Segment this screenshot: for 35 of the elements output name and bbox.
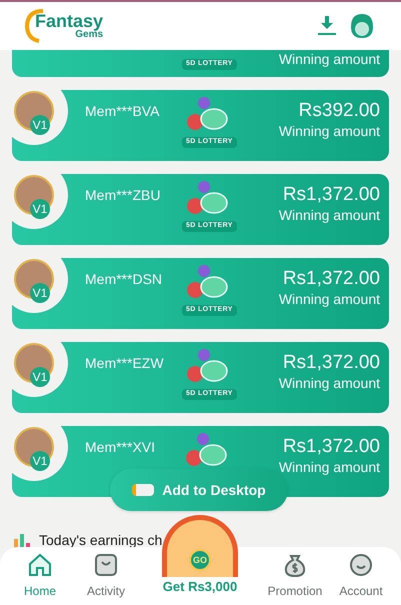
vip-level-badge: V1 [30, 115, 50, 135]
logo-title: Fantasy [34, 12, 104, 30]
member-name: Mem***BVA [85, 102, 160, 121]
member-name: Mem***ZBU [85, 186, 160, 205]
bag-icon [93, 552, 119, 578]
app-logo-icon [132, 484, 154, 496]
vip-level-badge: V1 [30, 199, 50, 219]
nav-tab[interactable]: Activity [73, 552, 139, 600]
section-title: Today's earnings ch [39, 530, 162, 550]
winning-amount: Rs1,372.00 [282, 436, 380, 458]
amount-caption: Winning amount [278, 374, 380, 392]
vip-level-badge: V1 [30, 283, 50, 303]
winning-amount: Rs1,372.00 [282, 184, 380, 206]
smile-icon [348, 552, 374, 578]
winning-amount: Rs1,372.00 [282, 268, 380, 290]
amount-caption: Winning amount [278, 122, 380, 140]
member-name: Mem***DSN [85, 270, 162, 289]
nav-tab[interactable]: Home [7, 552, 73, 600]
bonus-wheel[interactable]: GO [162, 515, 238, 577]
amount-caption: Winning amount [278, 206, 380, 224]
amount-caption: Winning amount [278, 290, 380, 308]
download-icon[interactable] [318, 15, 336, 37]
money-bag-icon [282, 552, 308, 578]
vip-level-badge: V1 [30, 451, 50, 471]
member-name: Mem***EZW [85, 354, 164, 373]
logo-subtitle: Gems [75, 30, 104, 40]
home-icon [27, 552, 53, 578]
member-name: Mem***XVI [85, 438, 156, 457]
nav-tab[interactable]: Account [328, 552, 394, 600]
nav-tab[interactable]: Promotion [262, 552, 328, 600]
vip-level-badge: V1 [30, 367, 50, 387]
go-button[interactable]: GO [189, 549, 211, 571]
winning-amount: Rs1,372.00 [282, 352, 380, 374]
amount-caption: Winning amount [278, 50, 380, 68]
winning-amount: Rs392.00 [298, 100, 380, 122]
